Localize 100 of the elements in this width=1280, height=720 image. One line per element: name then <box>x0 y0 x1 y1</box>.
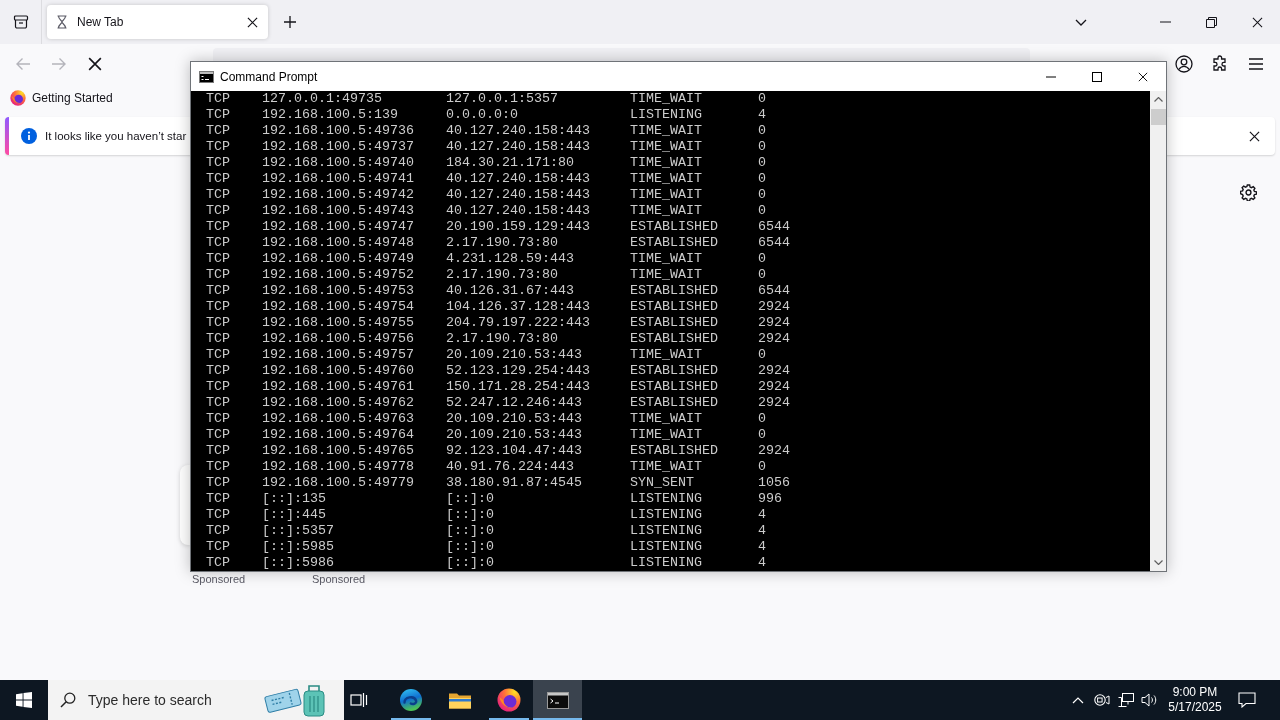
pid-text: 0 <box>758 411 766 427</box>
local-address-text: 192.168.100.5:49742 <box>262 187 414 203</box>
pid-text: 0 <box>758 267 766 283</box>
foreign-address-text: 204.79.197.222:443 <box>446 315 590 331</box>
pid-text: 0 <box>758 123 766 139</box>
protocol-text: TCP <box>206 203 230 219</box>
state-text: ESTABLISHED <box>630 379 718 395</box>
state-text: ESTABLISHED <box>630 395 718 411</box>
protocol-text: TCP <box>206 379 230 395</box>
camera-icon[interactable] <box>1094 693 1110 707</box>
taskbar-app[interactable] <box>533 680 582 720</box>
state-text: SYN_SENT <box>630 475 694 491</box>
local-address-text: 192.168.100.5:49754 <box>262 299 414 315</box>
pid-text: 0 <box>758 251 766 267</box>
state-text: LISTENING <box>630 491 702 507</box>
state-text: LISTENING <box>630 555 702 571</box>
local-address-text: 192.168.100.5:49757 <box>262 347 414 363</box>
foreign-address-text: 20.190.159.129:443 <box>446 219 590 235</box>
foreign-address-text: 38.180.91.87:4545 <box>446 475 582 491</box>
plus-icon <box>283 15 297 29</box>
state-text: ESTABLISHED <box>630 363 718 379</box>
pid-text: 996 <box>758 491 782 507</box>
pid-text: 0 <box>758 427 766 443</box>
state-text: TIME_WAIT <box>630 459 702 475</box>
foreign-address-text: 92.123.104.47:443 <box>446 443 582 459</box>
local-address-text: 192.168.100.5:49755 <box>262 315 414 331</box>
local-address-text: 192.168.100.5:139 <box>262 107 398 123</box>
pid-text: 4 <box>758 555 766 571</box>
protocol-text: TCP <box>206 123 230 139</box>
pid-text: 0 <box>758 347 766 363</box>
hourglass-icon <box>56 15 68 29</box>
windows-logo-icon <box>16 692 32 708</box>
scroll-thumb[interactable] <box>1150 109 1166 125</box>
protocol-text: TCP <box>206 331 230 347</box>
pid-text: 4 <box>758 507 766 523</box>
pid-text: 4 <box>758 523 766 539</box>
local-address-text: 192.168.100.5:49756 <box>262 331 414 347</box>
notification-icon[interactable] <box>1238 692 1256 708</box>
foreign-address-text: [::]:0 <box>446 539 494 555</box>
pid-text: 2924 <box>758 443 790 459</box>
shortcut-tile[interactable] <box>180 465 190 545</box>
chevron-down-icon[interactable] <box>1153 560 1163 565</box>
state-text: LISTENING <box>630 539 702 555</box>
local-address-text: 192.168.100.5:49765 <box>262 443 414 459</box>
foreign-address-text: 20.109.210.53:443 <box>446 427 582 443</box>
scrollbar[interactable] <box>1150 91 1166 571</box>
local-address-text: [::]:5986 <box>262 555 334 571</box>
notification-message: It looks like you haven’t star <box>45 130 187 142</box>
pid-text: 4 <box>758 107 766 123</box>
close-icon <box>1138 71 1148 82</box>
minimize-icon <box>1159 21 1171 23</box>
state-text: LISTENING <box>630 523 702 539</box>
speaker-icon[interactable] <box>1141 693 1159 707</box>
protocol-text: TCP <box>206 299 230 315</box>
local-address-text: [::]:135 <box>262 491 326 507</box>
foreign-address-text: 40.127.240.158:443 <box>446 203 590 219</box>
protocol-text: TCP <box>206 395 230 411</box>
url-field[interactable] <box>213 48 1030 61</box>
local-address-text: 192.168.100.5:49760 <box>262 363 414 379</box>
local-address-text: 192.168.100.5:49753 <box>262 283 414 299</box>
pid-text: 0 <box>758 203 766 219</box>
bookmark-item[interactable]: Getting Started <box>10 86 113 110</box>
protocol-text: TCP <box>206 539 230 555</box>
pid-text: 6544 <box>758 235 790 251</box>
local-address-text: [::]:5357 <box>262 523 334 539</box>
foreign-address-text: 40.127.240.158:443 <box>446 139 590 155</box>
state-text: TIME_WAIT <box>630 203 702 219</box>
local-address-text: 192.168.100.5:49749 <box>262 251 414 267</box>
local-address-text: 192.168.100.5:49762 <box>262 395 414 411</box>
pid-text: 6544 <box>758 283 790 299</box>
browser-logo-icon[interactable] <box>496 688 521 712</box>
puzzle-icon <box>1211 55 1229 73</box>
foreign-address-text: 40.126.31.67:443 <box>446 283 574 299</box>
chevron-down-icon <box>1075 18 1087 26</box>
search-field[interactable]: Type here to search <box>88 692 220 708</box>
box-icon <box>12 14 29 30</box>
tab[interactable]: New Tab <box>47 5 268 39</box>
terminal-icon <box>199 70 214 83</box>
pid-text: 6544 <box>758 219 790 235</box>
window-title: Command Prompt <box>220 69 318 84</box>
protocol-text: TCP <box>206 235 230 251</box>
terminal-icon[interactable] <box>546 691 569 709</box>
network-icon[interactable] <box>1118 693 1134 707</box>
clock-date[interactable]: 5/17/2025 <box>1168 700 1222 715</box>
pid-text: 0 <box>758 459 766 475</box>
foreign-address-text: 2.17.190.73:80 <box>446 331 558 347</box>
swirl-logo-icon[interactable] <box>398 688 423 712</box>
local-address-text: 192.168.100.5:49741 <box>262 171 414 187</box>
maximize-icon <box>1092 71 1102 82</box>
clock-time[interactable]: 9:00 PM <box>1172 685 1218 700</box>
pid-text: 4 <box>758 539 766 555</box>
foreign-address-text: 52.123.129.254:443 <box>446 363 590 379</box>
state-text: TIME_WAIT <box>630 267 702 283</box>
local-address-text: 192.168.100.5:49752 <box>262 267 414 283</box>
local-address-text: 192.168.100.5:49736 <box>262 123 414 139</box>
protocol-text: TCP <box>206 443 230 459</box>
local-address-text: 192.168.100.5:49737 <box>262 139 414 155</box>
foreign-address-text: 2.17.190.73:80 <box>446 235 558 251</box>
foreign-address-text: 20.109.210.53:443 <box>446 347 582 363</box>
pid-text: 0 <box>758 187 766 203</box>
